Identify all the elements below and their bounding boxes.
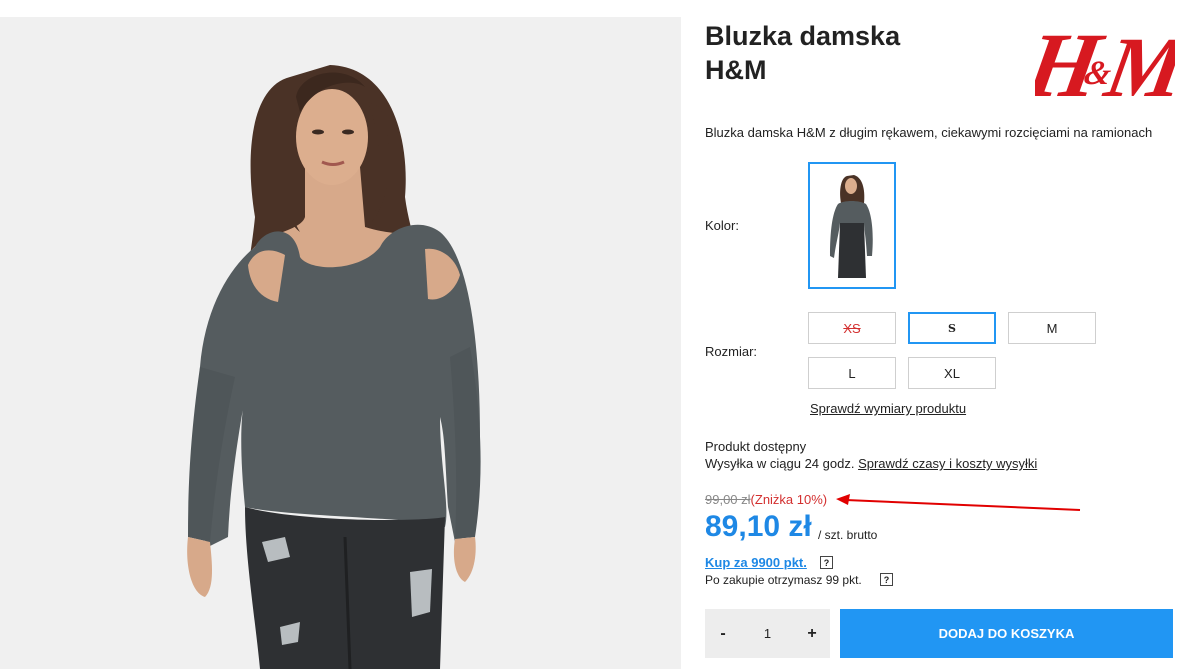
old-price-row: 99,00 zł(Zniżka 10%) (705, 492, 827, 507)
size-option-m[interactable]: M (1008, 312, 1096, 344)
points-earned-info: Po zakupie otrzymasz 99 pkt. (705, 573, 862, 587)
shipping-text: Wysyłka w ciągu 24 godz. (705, 456, 855, 471)
product-title-line1: Bluzka damska (705, 21, 901, 51)
size-option-s[interactable]: S (908, 312, 996, 344)
quantity-increase-button[interactable]: + (794, 609, 830, 658)
size-option-xl[interactable]: XL (908, 357, 996, 389)
availability-status: Produkt dostępny (705, 439, 807, 454)
size-label: Rozmiar: (705, 344, 758, 359)
product-image[interactable] (0, 17, 681, 669)
color-option-thumbnail[interactable] (808, 162, 896, 289)
quantity-decrease-button[interactable]: - (705, 609, 741, 658)
annotation-arrow-icon (836, 494, 1081, 511)
buy-with-points-link[interactable]: Kup za 9900 pkt. (705, 555, 807, 570)
availability-info: Produkt dostępny Wysyłka w ciągu 24 godz… (705, 438, 1037, 472)
product-description: Bluzka damska H&M z długim rękawem, ciek… (705, 125, 1153, 140)
shipping-info-link[interactable]: Sprawdź czasy i koszty wysyłki (858, 456, 1037, 471)
quantity-input[interactable]: 1 (745, 609, 790, 658)
size-option-xs[interactable]: XS (808, 312, 896, 344)
old-price: 99,00 zł (705, 492, 751, 507)
product-title: Bluzka damska H&M (705, 19, 1005, 87)
color-label: Kolor: (705, 218, 739, 233)
svg-text:M: M (1097, 20, 1175, 110)
product-title-line2: H&M (705, 55, 767, 85)
price-unit: / szt. brutto (818, 528, 878, 542)
size-chart-link[interactable]: Sprawdź wymiary produktu (810, 401, 966, 416)
quantity-stepper: - 1 + (705, 609, 830, 658)
current-price: 89,10 zł (705, 510, 812, 543)
points-help-icon[interactable]: ? (820, 556, 833, 569)
size-option-l[interactable]: L (808, 357, 896, 389)
add-to-cart-button[interactable]: DODAJ DO KOSZYKA (840, 609, 1173, 658)
brand-logo[interactable]: H & M (1035, 14, 1175, 110)
discount-badge: (Zniżka 10%) (750, 492, 828, 507)
earned-points-help-icon[interactable]: ? (880, 573, 893, 586)
